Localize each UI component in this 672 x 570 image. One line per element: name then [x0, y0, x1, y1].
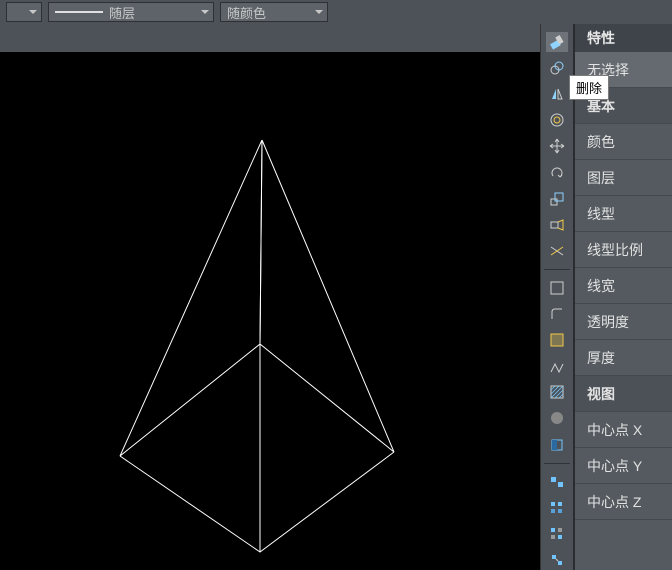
lineweight-label: 随颜色	[227, 3, 266, 22]
trim-tool-icon[interactable]	[546, 241, 568, 261]
property-row[interactable]: 中心点 Y	[575, 448, 672, 484]
ribbon-strip	[0, 24, 540, 52]
property-row[interactable]: 线型比例	[575, 232, 672, 268]
property-row[interactable]: 线型	[575, 196, 672, 232]
property-row[interactable]: 厚度	[575, 340, 672, 376]
fillet-tool-icon[interactable]	[546, 304, 568, 324]
tool-separator	[544, 269, 570, 270]
mirror-tool-icon[interactable]	[546, 84, 568, 104]
copy-tool-icon[interactable]	[546, 58, 568, 78]
array-tool-icon[interactable]	[546, 498, 568, 518]
property-row[interactable]: 透明度	[575, 304, 672, 340]
gradient-tool-icon[interactable]	[546, 408, 568, 428]
chevron-down-icon	[315, 10, 323, 14]
model-wireframe	[0, 52, 540, 570]
explode-tool-icon[interactable]	[546, 356, 568, 376]
lineweight-dropdown[interactable]: 随颜色	[220, 2, 328, 22]
panel-title: 特性	[575, 24, 672, 52]
rotate-tool-icon[interactable]	[546, 163, 568, 183]
chamfer-tool-icon[interactable]	[546, 330, 568, 350]
hatch-tool-icon[interactable]	[546, 382, 568, 402]
scale-tool-icon[interactable]	[546, 189, 568, 209]
chevron-down-icon	[201, 10, 209, 14]
region-tool-icon[interactable]	[546, 435, 568, 455]
erase-tool-icon[interactable]	[546, 32, 568, 52]
layer-color-dropdown[interactable]	[6, 2, 42, 22]
property-row[interactable]: 中心点 X	[575, 412, 672, 448]
join-tool-icon[interactable]	[546, 550, 568, 570]
linetype-dropdown[interactable]: 随层	[48, 2, 214, 22]
property-row[interactable]: 线宽	[575, 268, 672, 304]
break-tool-icon[interactable]	[546, 524, 568, 544]
stretch-tool-icon[interactable]	[546, 215, 568, 235]
property-section-header[interactable]: 视图	[575, 376, 672, 412]
extend-tool-icon[interactable]	[546, 278, 568, 298]
properties-panel: 特性 无选择 基本颜色图层线型线型比例线宽透明度厚度视图中心点 X中心点 Y中心…	[574, 24, 672, 570]
move-tool-icon[interactable]	[546, 136, 568, 156]
offset-tool-icon[interactable]	[546, 110, 568, 130]
modify-tool-palette	[540, 24, 574, 570]
drawing-area[interactable]: ✕	[0, 24, 540, 570]
tool-separator	[544, 463, 570, 464]
property-row[interactable]: 颜色	[575, 124, 672, 160]
property-row[interactable]: 中心点 Z	[575, 484, 672, 520]
chevron-down-icon	[29, 10, 37, 14]
align-tool-icon[interactable]	[546, 472, 568, 492]
linetype-label: 随层	[109, 3, 135, 22]
tooltip: 删除	[569, 75, 609, 100]
linetype-sample-icon	[55, 11, 103, 13]
top-toolbar: 随层 随颜色	[0, 0, 672, 24]
property-row[interactable]: 图层	[575, 160, 672, 196]
